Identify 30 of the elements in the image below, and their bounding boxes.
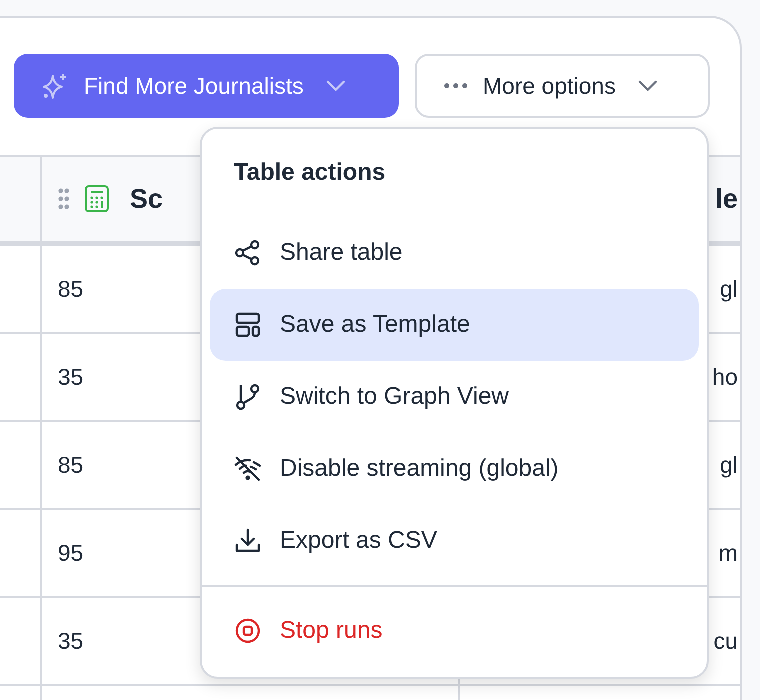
drag-handle-icon: [58, 188, 70, 210]
table-cell: gl: [720, 276, 738, 302]
table-cell: gl: [720, 452, 738, 478]
share-icon: [234, 239, 262, 267]
download-icon: [234, 527, 262, 555]
chevron-down-icon: [326, 80, 346, 92]
menu-item[interactable]: Export as CSV: [210, 505, 699, 577]
wifi-off-icon: [234, 455, 262, 483]
find-journalists-button[interactable]: Find More Journalists: [14, 54, 399, 118]
table-cell: 85: [58, 452, 84, 478]
table-cell: 35: [58, 628, 84, 654]
menu-item[interactable]: Switch to Graph View: [210, 361, 699, 433]
table-cell: ho: [712, 364, 738, 390]
more-options-button[interactable]: More options: [415, 54, 710, 118]
table-cell: 35: [58, 364, 84, 390]
stop-icon: [234, 617, 262, 645]
table-cell: cu: [714, 628, 738, 654]
table-cell: 95: [58, 540, 84, 566]
table-cell: m: [718, 540, 738, 566]
menu-title: Table actions: [233, 158, 387, 188]
table-cell: 85: [58, 276, 84, 302]
menu-item[interactable]: Disable streaming (global): [210, 433, 699, 505]
calculator-icon: [84, 185, 110, 213]
layout-icon: [234, 311, 262, 339]
more-icon: [443, 82, 469, 90]
menu-item[interactable]: Share table: [210, 217, 699, 289]
menu-item[interactable]: Stop runs: [210, 595, 699, 667]
branch-icon: [234, 383, 262, 411]
chevron-down-icon: [638, 80, 658, 92]
menu-item[interactable]: Save as Template: [210, 289, 699, 361]
